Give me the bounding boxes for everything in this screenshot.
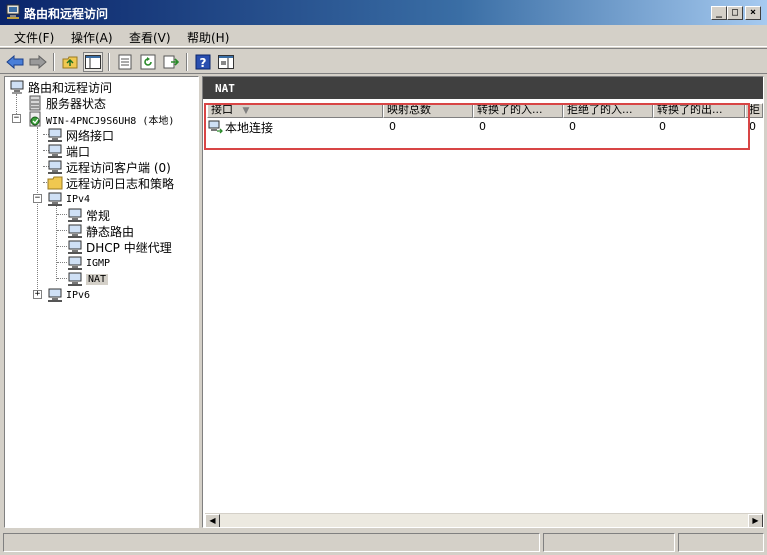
close-button[interactable]: ×	[745, 6, 761, 20]
tree-label: 服务器状态	[46, 96, 107, 111]
igmp-icon	[68, 256, 82, 270]
collapse-icon[interactable]: −	[12, 114, 21, 123]
server-status-icon	[29, 95, 41, 111]
toolbar: ?	[0, 48, 767, 74]
tree-line	[57, 230, 67, 231]
menu-view[interactable]: 查看(V)	[129, 29, 171, 46]
status-panel	[678, 533, 764, 552]
highlight-box	[204, 103, 750, 150]
collapse-icon[interactable]: −	[33, 194, 42, 203]
tree-line	[57, 278, 67, 279]
tree-label: 常规	[86, 208, 111, 223]
tree-node-general[interactable]: 常规	[67, 207, 110, 223]
help-icon[interactable]: ?	[193, 52, 213, 72]
horizontal-scrollbar[interactable]: ◀ ▶	[205, 513, 763, 527]
toolbar-separator	[186, 53, 188, 71]
tree-node-routing-root[interactable]: 路由和远程访问	[9, 79, 112, 95]
nat-icon	[68, 272, 82, 286]
tree-label: 远程访问客户端 (0)	[66, 160, 171, 175]
status-panel	[543, 533, 675, 552]
static-routes-icon	[68, 224, 82, 238]
tree-line	[56, 205, 57, 281]
tree-line	[57, 246, 67, 247]
back-icon[interactable]	[5, 52, 25, 72]
details-pane: NAT 接口 ▼ 映射总数 转换了的入... 拒绝了的入... 转换了的出...…	[202, 76, 764, 528]
pane-title: NAT	[215, 82, 235, 95]
title-bar: 路由和远程访问 _ □ ×	[0, 0, 767, 25]
cell-extra: 0	[749, 120, 756, 133]
tree-node-nat[interactable]: NAT	[67, 271, 109, 287]
tree-label: NAT	[86, 273, 109, 285]
toolbar-separator	[108, 53, 110, 71]
svg-text:?: ?	[200, 56, 207, 70]
tree-label: 路由和远程访问	[28, 80, 113, 95]
console-tree: 路由和远程访问 服务器状态 − WIN-4PNCJ9S6UH8 (本地) 网络接…	[4, 76, 199, 528]
remote-clients-icon	[48, 160, 62, 174]
tree-label: IPv6	[66, 289, 91, 301]
tree-node-remote-clients[interactable]: 远程访问客户端 (0)	[47, 159, 171, 175]
tree-node-ipv6[interactable]: IPv6	[47, 287, 90, 303]
menu-file[interactable]: 文件(F)	[14, 29, 54, 46]
refresh-icon[interactable]	[138, 52, 158, 72]
ipv6-icon	[48, 288, 62, 302]
general-icon	[68, 208, 82, 222]
tree-label: WIN-4PNCJ9S6UH8 (本地)	[46, 115, 175, 127]
status-panel	[3, 533, 540, 552]
scroll-right-button[interactable]: ▶	[748, 514, 763, 527]
tree-label: 端口	[66, 144, 91, 159]
folder-icon	[47, 176, 63, 190]
ports-icon	[48, 144, 62, 158]
minimize-button[interactable]: _	[711, 6, 727, 20]
tree-line	[37, 127, 38, 297]
expand-icon[interactable]: +	[33, 290, 42, 299]
tree-label: IPv4	[66, 193, 91, 205]
tree-line	[57, 214, 67, 215]
tree-node-server-status[interactable]: 服务器状态	[27, 95, 106, 111]
tree-label: DHCP 中继代理	[86, 240, 172, 255]
server-icon	[29, 111, 41, 127]
tree-node-ipv4[interactable]: IPv4	[47, 191, 90, 207]
tree-node-server[interactable]: WIN-4PNCJ9S6UH8 (本地)	[27, 111, 174, 127]
show-tree-icon[interactable]	[83, 52, 103, 72]
scroll-left-button[interactable]: ◀	[205, 514, 220, 527]
tree-node-igmp[interactable]: IGMP	[67, 255, 110, 271]
tree-node-dhcp-relay[interactable]: DHCP 中继代理	[67, 239, 172, 255]
menu-bar: 文件(F) 操作(A) 查看(V) 帮助(H)	[0, 25, 767, 47]
tree-label: IGMP	[86, 257, 111, 269]
tree-node-network-interfaces[interactable]: 网络接口	[47, 127, 114, 143]
export-icon[interactable]	[161, 52, 181, 72]
maximize-button[interactable]: □	[727, 6, 743, 20]
tree-label: 远程访问日志和策略	[66, 176, 175, 191]
network-interfaces-icon	[48, 128, 62, 142]
forward-icon[interactable]	[28, 52, 48, 72]
ipv4-icon	[48, 192, 62, 206]
tree-node-static-routes[interactable]: 静态路由	[67, 223, 134, 239]
menu-action[interactable]: 操作(A)	[71, 29, 113, 46]
dhcp-relay-icon	[68, 240, 82, 254]
tree-label: 静态路由	[86, 224, 135, 239]
computer-icon	[10, 80, 24, 94]
tree-node-remote-logging[interactable]: 远程访问日志和策略	[47, 175, 174, 191]
menu-help[interactable]: 帮助(H)	[187, 29, 229, 46]
window-title: 路由和远程访问	[24, 7, 109, 21]
toolbar-separator	[53, 53, 55, 71]
app-icon	[6, 4, 20, 19]
console-icon[interactable]	[216, 52, 236, 72]
pane-header: NAT	[203, 77, 763, 99]
tree-label: 网络接口	[66, 128, 115, 143]
properties-icon[interactable]	[115, 52, 135, 72]
tree-line	[57, 262, 67, 263]
tree-node-ports[interactable]: 端口	[47, 143, 90, 159]
status-bar	[0, 531, 767, 555]
up-folder-icon[interactable]	[60, 52, 80, 72]
